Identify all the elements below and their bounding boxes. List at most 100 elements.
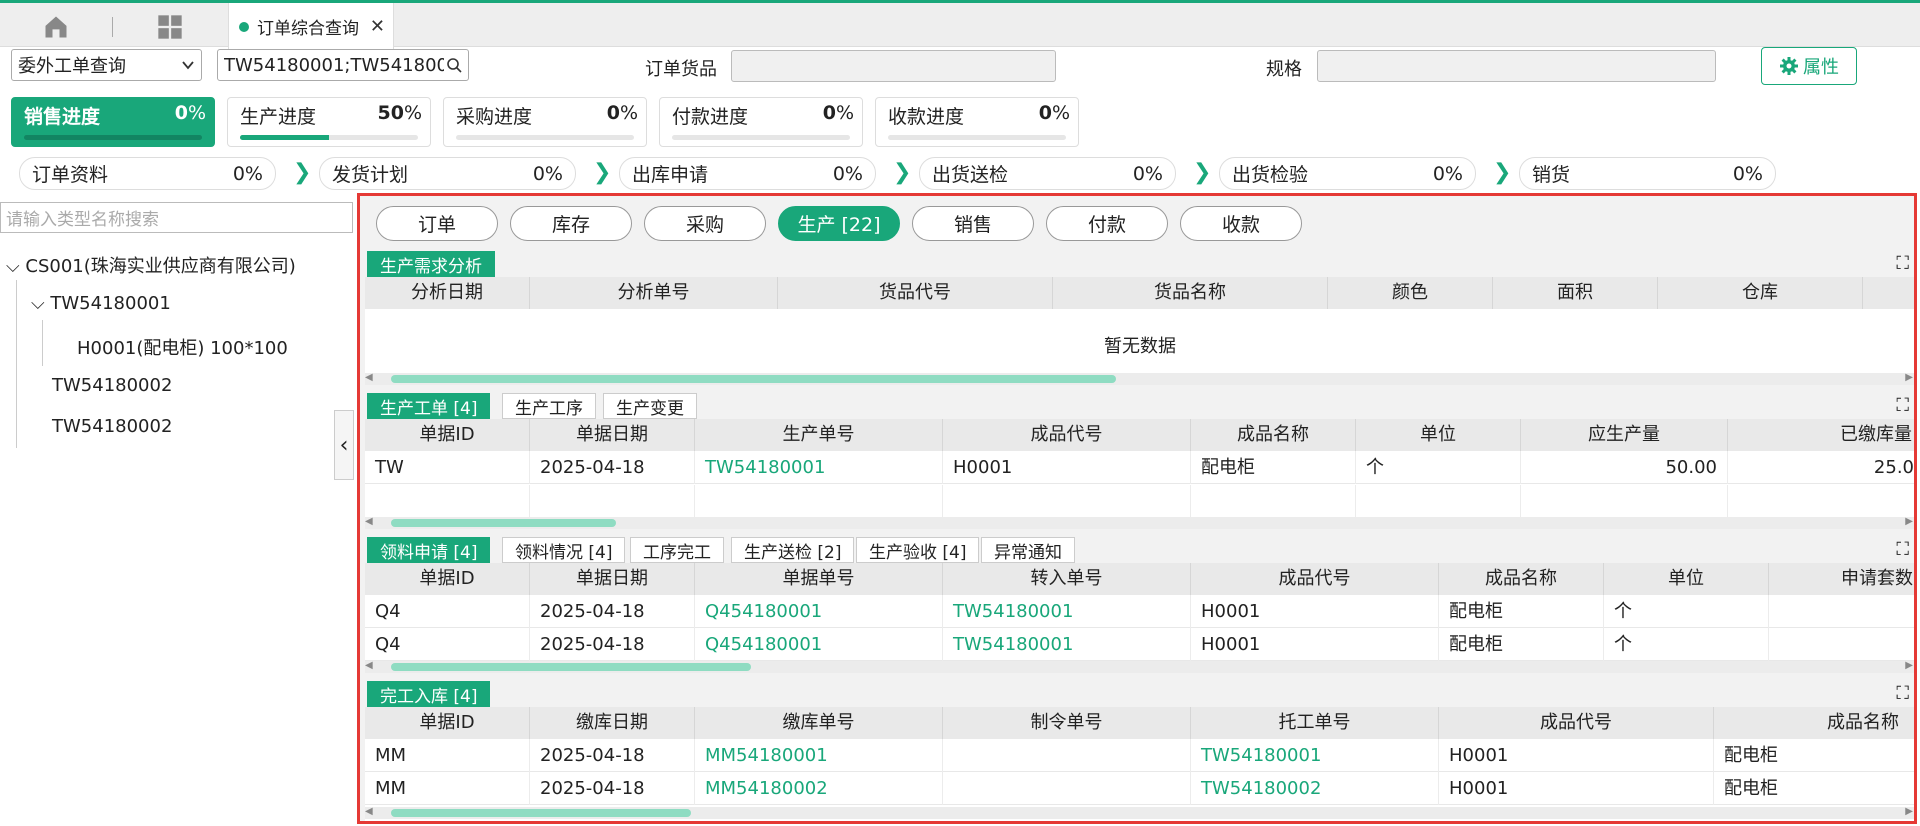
column-header: 缴库单号 <box>695 707 943 739</box>
spec-field[interactable] <box>1317 50 1716 82</box>
tree-node-order[interactable]: ⌵ TW54180001 <box>31 293 171 314</box>
step-order-info[interactable]: 订单资料 0% <box>19 157 276 190</box>
outsource-no-link[interactable]: TW54180001 <box>1191 739 1439 772</box>
cell: 2025-04-18 <box>530 739 695 772</box>
step-name: 出货检验 <box>1232 164 1309 186</box>
cell: 2025-04-18 <box>530 772 695 805</box>
table-row[interactable]: MM 2025-04-18 MM54180001 TW54180001 H000… <box>365 739 1914 772</box>
pill-production[interactable]: 生产 [22] <box>778 206 900 241</box>
tab-process-completion[interactable]: 工序完工 <box>630 537 724 563</box>
column-header: 缴库日期 <box>530 707 695 739</box>
horizontal-scrollbar[interactable]: ◀ ▶ <box>365 806 1914 819</box>
property-button[interactable]: 属性 <box>1761 47 1857 85</box>
material-request-section: 领料申请 [4] 领料情况 [4] 工序完工 生产送检 [2] 生产验收 [4]… <box>365 535 1914 673</box>
close-icon[interactable]: ✕ <box>370 16 385 37</box>
progress-card-sales[interactable]: 销售进度 0% <box>11 97 215 147</box>
tab-material-request[interactable]: 领料申请 [4] <box>367 537 491 563</box>
column-header: 成品代号 <box>1191 563 1439 595</box>
table-row[interactable]: Q4 2025-04-18 Q454180001 TW54180001 H000… <box>365 595 1914 628</box>
table-row[interactable]: MM 2025-04-18 MM54180002 TW54180002 H000… <box>365 772 1914 805</box>
tab-production-inspection-send[interactable]: 生产送检 [2] <box>731 537 855 563</box>
pill-receipt[interactable]: 收款 <box>1180 206 1302 241</box>
step-shipment-inspection[interactable]: 出货检验 0% <box>1219 157 1476 190</box>
pill-sales[interactable]: 销售 <box>912 206 1034 241</box>
tab-demand-analysis[interactable]: 生产需求分析 <box>367 251 495 277</box>
step-name: 出货送检 <box>932 164 1009 186</box>
search-icon[interactable] <box>446 57 462 73</box>
expand-icon[interactable]: ⛶ <box>1896 395 1909 416</box>
chevron-down-icon[interactable]: ⌵ <box>6 256 20 277</box>
collapse-sidebar-button[interactable]: ‹ <box>334 410 354 480</box>
step-shipping-plan[interactable]: 发货计划 0% <box>319 157 576 190</box>
progress-card-purchase[interactable]: 采购进度 0% <box>443 97 647 147</box>
home-icon[interactable] <box>42 13 70 41</box>
storage-no-link[interactable]: MM54180002 <box>695 772 943 805</box>
grid-icon[interactable] <box>156 13 184 41</box>
order-search-input[interactable]: TW54180001;TW5418000( <box>217 49 469 81</box>
tab-production-process[interactable]: 生产工序 <box>502 393 596 419</box>
step-name: 订单资料 <box>32 164 109 186</box>
source-no-link[interactable]: TW54180001 <box>943 595 1191 628</box>
chevron-right-icon: ❯ <box>293 160 312 185</box>
tab-production-acceptance[interactable]: 生产验收 [4] <box>856 537 980 563</box>
tab-production-change[interactable]: 生产变更 <box>603 393 697 419</box>
column-header: 成品代号 <box>943 419 1191 451</box>
request-no-link[interactable]: Q454180001 <box>695 595 943 628</box>
table-row[interactable]: Q4 2025-04-18 Q454180001 TW54180001 H000… <box>365 628 1914 661</box>
pill-order[interactable]: 订单 <box>376 206 498 241</box>
progress-name: 生产进度 <box>240 106 317 128</box>
horizontal-scrollbar[interactable]: ◀ ▶ <box>365 516 1914 529</box>
progress-unit: % <box>403 102 422 124</box>
column-header: 单据ID <box>365 419 530 451</box>
storage-no-link[interactable]: MM54180001 <box>695 739 943 772</box>
source-no-link[interactable]: TW54180001 <box>943 628 1191 661</box>
tree-node-order[interactable]: TW54180002 <box>52 416 172 437</box>
cell: 配电柜 <box>1191 451 1356 484</box>
tab-order-query[interactable]: 订单综合查询 ✕ <box>228 3 394 50</box>
horizontal-scrollbar[interactable]: ◀ ▶ <box>365 372 1914 385</box>
step-sales[interactable]: 销货 0% <box>1519 157 1776 190</box>
tree-search-input[interactable]: 请输入类型名称搜索 <box>0 202 353 233</box>
chevron-right-icon: ❯ <box>893 160 912 185</box>
cell: 25.0 <box>1873 457 1914 478</box>
step-shipment-inspection-send[interactable]: 出货送检 0% <box>919 157 1176 190</box>
progress-card-receipt[interactable]: 收款进度 0% <box>875 97 1079 147</box>
pill-inventory[interactable]: 库存 <box>510 206 632 241</box>
tab-completion-storage[interactable]: 完工入库 [4] <box>367 681 491 707</box>
column-header: 申请套数 <box>1841 568 1913 589</box>
request-no-link[interactable]: Q454180001 <box>695 628 943 661</box>
step-pct: 0% <box>1732 162 1763 185</box>
table-row[interactable]: TW 2025-04-18 TW54180001 H0001 配电柜 个 50.… <box>365 451 1914 484</box>
expand-icon[interactable]: ⛶ <box>1896 683 1909 704</box>
expand-icon[interactable]: ⛶ <box>1896 539 1909 560</box>
progress-bar <box>456 135 634 140</box>
query-type-select[interactable]: 委外工单查询 <box>11 49 202 81</box>
production-no-link[interactable]: TW54180001 <box>695 451 943 484</box>
cell: H0001 <box>1191 628 1439 661</box>
chevron-down-icon[interactable]: ⌵ <box>31 293 45 314</box>
cell: Q4 <box>365 628 530 661</box>
table-row <box>365 485 1914 518</box>
tab-material-status[interactable]: 领料情况 [4] <box>502 537 626 563</box>
outsource-no-link[interactable]: TW54180002 <box>1191 772 1439 805</box>
tab-production-order[interactable]: 生产工单 [4] <box>367 393 491 419</box>
tree-node-product[interactable]: H0001(配电柜) 100*100 <box>77 334 288 360</box>
progress-unit: % <box>619 102 638 124</box>
tab-exception-notice[interactable]: 异常通知 <box>981 537 1075 563</box>
tree-node-order[interactable]: TW54180002 <box>52 375 172 396</box>
pill-payment[interactable]: 付款 <box>1046 206 1168 241</box>
step-pct: 0% <box>232 162 263 185</box>
pill-purchase[interactable]: 采购 <box>644 206 766 241</box>
step-outbound-request[interactable]: 出库申请 0% <box>619 157 876 190</box>
expand-icon[interactable]: ⛶ <box>1896 253 1909 274</box>
horizontal-scrollbar[interactable]: ◀ ▶ <box>365 660 1914 673</box>
column-header: 分析单号 <box>530 277 778 309</box>
progress-card-production[interactable]: 生产进度 50% <box>227 97 431 147</box>
column-header: 分析日期 <box>365 277 530 309</box>
tree-node-supplier[interactable]: ⌵ CS001(珠海实业供应商有限公司) <box>6 252 296 278</box>
step-pct: 0% <box>532 162 563 185</box>
tree-guide <box>42 320 43 366</box>
goods-field[interactable] <box>731 50 1056 82</box>
progress-card-payment[interactable]: 付款进度 0% <box>659 97 863 147</box>
chevron-right-icon: ❯ <box>1193 160 1212 185</box>
